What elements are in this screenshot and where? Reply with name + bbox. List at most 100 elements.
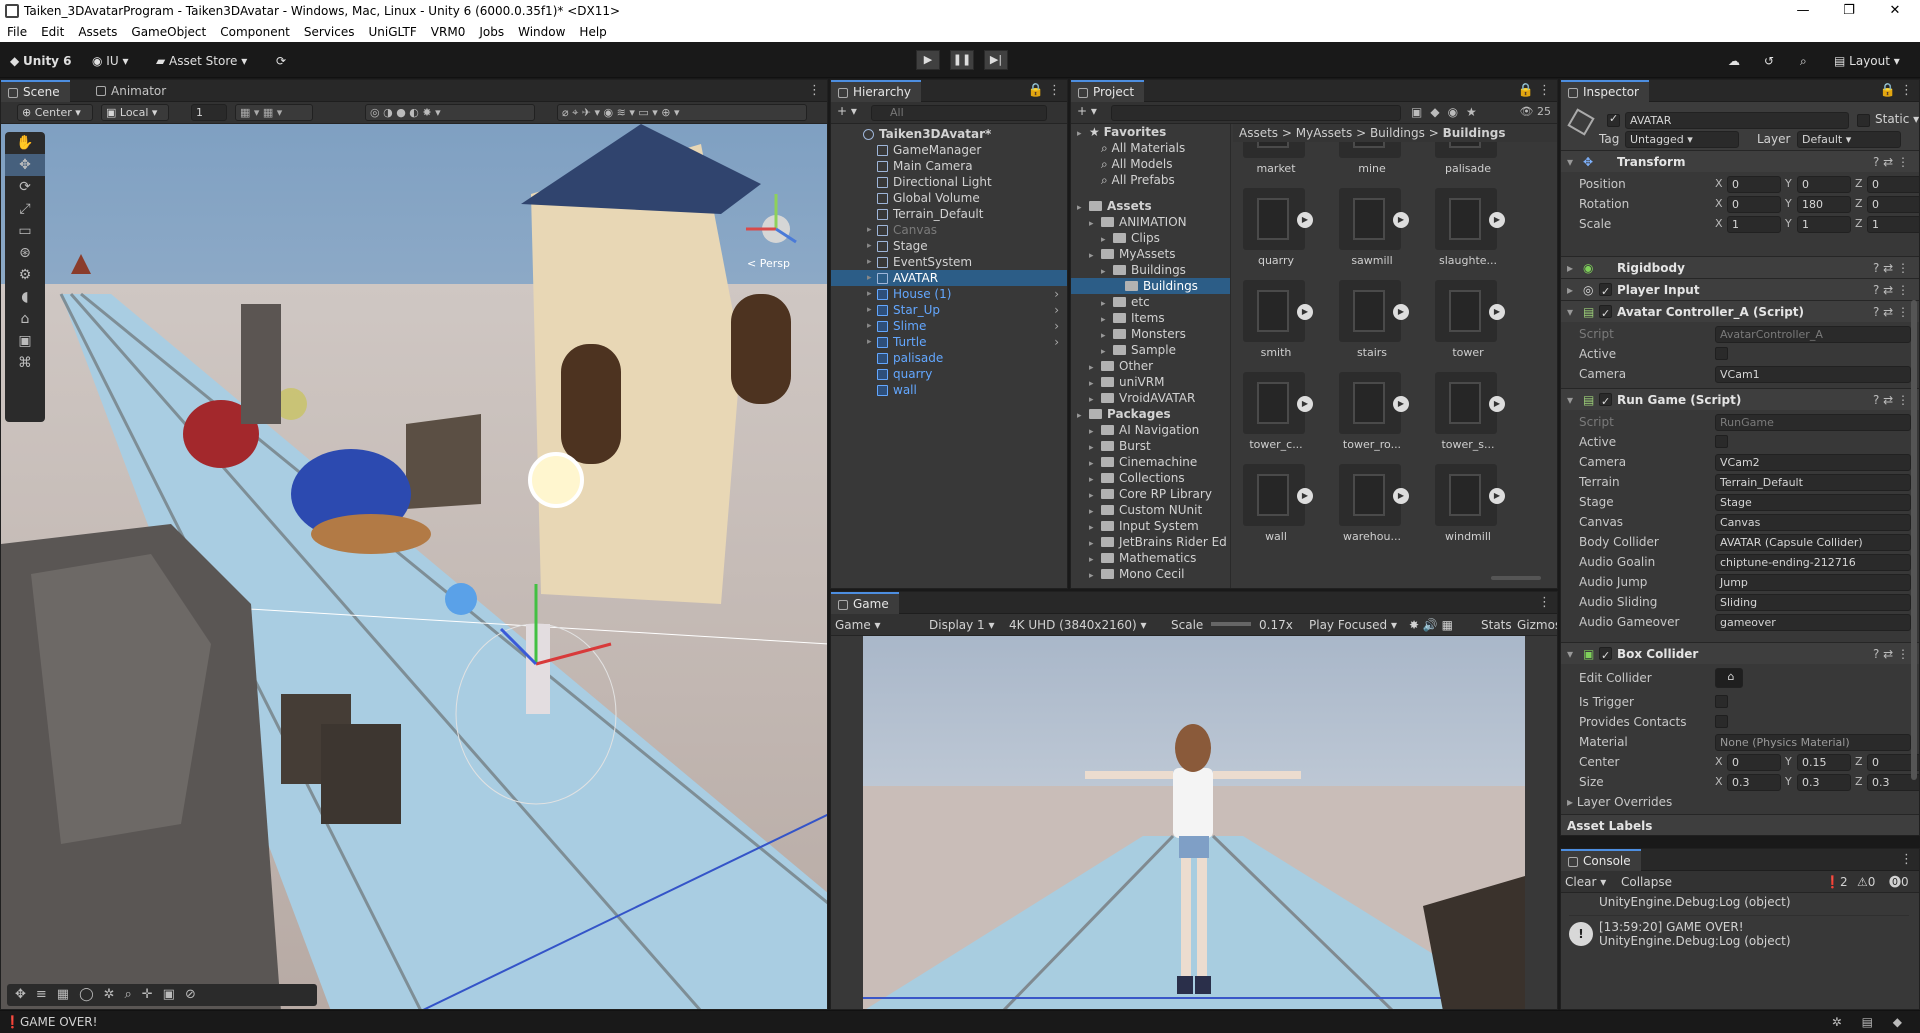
breadcrumb-assets[interactable]: Assets <box>1239 126 1278 140</box>
game-menu-icon[interactable]: ⋮ <box>1538 595 1551 610</box>
project-tree-item[interactable]: ▸ ★ Favorites <box>1071 124 1230 140</box>
run-game-object-field[interactable]: Canvas <box>1715 514 1911 531</box>
project-tree-item[interactable]: ▸ Burst <box>1071 438 1230 454</box>
status-bar[interactable]: ❗ GAME OVER! ✲ ▤ ◆ <box>0 1010 1920 1032</box>
avatar-controller-checkbox[interactable] <box>1599 303 1612 325</box>
menu-file[interactable]: File <box>0 22 34 42</box>
asset-item[interactable]: ▶ smith <box>1233 280 1319 372</box>
account-dropdown[interactable]: ◉ IU ▾ <box>92 51 128 71</box>
transform-header[interactable]: ▾ ✥ Transform? ⇄ ⋮ <box>1561 150 1919 172</box>
asset-store-dropdown[interactable]: ▰ Asset Store ▾ <box>156 51 247 71</box>
game-settings-icons[interactable]: ✸ 🔊 ▦ <box>1409 614 1453 636</box>
play-preview-icon[interactable]: ▶ <box>1297 488 1313 504</box>
prefab-open-icon[interactable]: › <box>1054 302 1059 318</box>
tab-console[interactable]: Console <box>1561 849 1641 871</box>
run-game-object-field[interactable]: AVATAR (Capsule Collider) <box>1715 534 1911 551</box>
resolution-dropdown[interactable]: 4K UHD (3840x2160) ▾ <box>1009 614 1147 636</box>
project-tree-item[interactable]: ⌕ All Materials <box>1071 140 1230 156</box>
menu-gameobject[interactable]: GameObject <box>124 22 213 42</box>
component-menu-icon[interactable]: ? ⇄ ⋮ <box>1873 643 1909 665</box>
project-tree-item[interactable]: ▸ Other <box>1071 358 1230 374</box>
provides-contacts-checkbox[interactable] <box>1715 715 1728 728</box>
hierarchy-search-input[interactable]: All <box>871 105 1047 121</box>
project-tree-item[interactable]: ▸ Sample <box>1071 342 1230 358</box>
project-tree-item[interactable]: ▸ MyAssets <box>1071 246 1230 262</box>
hierarchy-item[interactable]: Stage ▸ <box>831 238 1067 254</box>
tab-scene[interactable]: Scene <box>1 80 70 102</box>
asset-item[interactable]: ▶ wall <box>1233 464 1319 556</box>
menu-help[interactable]: Help <box>572 22 613 42</box>
box-collider-checkbox[interactable] <box>1599 645 1612 667</box>
cloud-icon[interactable]: ☁ <box>1728 51 1740 71</box>
hierarchy-item[interactable]: GameManager <box>831 142 1067 158</box>
hierarchy-item[interactable]: House (1) ▸ › <box>831 286 1067 302</box>
scale-tool-icon[interactable]: ⤢ <box>5 198 45 220</box>
tab-hierarchy[interactable]: Hierarchy <box>831 80 922 102</box>
asset-item[interactable]: ▶ tower_ro... <box>1329 372 1415 464</box>
play-preview-icon[interactable]: ▶ <box>1297 396 1313 412</box>
inspector-scrollbar[interactable] <box>1911 300 1917 780</box>
project-tree-item[interactable]: ⌕ All Prefabs <box>1071 172 1230 188</box>
project-tree-item[interactable]: ▸ Mathematics <box>1071 550 1230 566</box>
project-tree-item[interactable]: ▸ uniVRM <box>1071 374 1230 390</box>
version-control-icon[interactable]: ⟳ <box>276 51 286 71</box>
hierarchy-item[interactable]: EventSystem ▸ <box>831 254 1067 270</box>
move-tool-icon[interactable]: ✥ <box>5 154 45 176</box>
project-filter-icons[interactable]: ▣◆◉★ <box>1411 105 1485 119</box>
expand-arrow-icon[interactable]: ▸ <box>867 286 872 302</box>
hierarchy-item[interactable]: Slime ▸ › <box>831 318 1067 334</box>
play-preview-icon[interactable]: ▶ <box>1297 212 1313 228</box>
project-tree-item[interactable]: Buildings <box>1071 278 1230 294</box>
tab-animator[interactable]: Animator <box>89 80 176 102</box>
avatar-camera-field[interactable]: VCam1 <box>1715 366 1911 383</box>
layout-dropdown[interactable]: ▤ Layout ▾ <box>1834 51 1900 71</box>
add-object-button[interactable]: + ▾ <box>837 104 857 118</box>
component-menu-icon[interactable]: ? ⇄ ⋮ <box>1873 257 1909 279</box>
scene-menu-icon[interactable]: ⋮ <box>808 83 821 98</box>
avatar-controller-header[interactable]: ▾▤Avatar Controller_A (Script)? ⇄ ⋮ <box>1561 300 1919 325</box>
breadcrumb-myassets[interactable]: MyAssets <box>1296 126 1353 140</box>
prefab-open-icon[interactable]: › <box>1054 334 1059 350</box>
project-tree-item[interactable]: ▸ Items <box>1071 310 1230 326</box>
project-tree-item[interactable]: ▸ AI Navigation <box>1071 422 1230 438</box>
project-search-input[interactable] <box>1111 105 1401 121</box>
hierarchy-menu-icon[interactable]: 🔒 ⋮ <box>1028 83 1061 98</box>
run-game-object-field[interactable]: Jump <box>1715 574 1911 591</box>
history-icon[interactable]: ↺ <box>1764 51 1774 71</box>
grid-snap-tools[interactable]: ▦ ▾ ▦ ▾ <box>235 104 313 121</box>
transform-tool-icon[interactable]: ⊛ <box>5 242 45 264</box>
box-collider-header[interactable]: ▾▣Box Collider? ⇄ ⋮ <box>1561 642 1919 667</box>
cube-tool-icon[interactable]: ▣ <box>5 330 45 352</box>
play-preview-icon[interactable]: ▶ <box>1297 304 1313 320</box>
expand-arrow-icon[interactable]: ▸ <box>867 222 872 238</box>
project-tree-item[interactable]: ▸ Custom NUnit <box>1071 502 1230 518</box>
menu-edit[interactable]: Edit <box>34 22 71 42</box>
scale-y-field[interactable]: 1 <box>1797 216 1851 233</box>
expand-arrow-icon[interactable]: ▸ <box>1089 568 1101 584</box>
game-viewport[interactable] <box>863 636 1525 1010</box>
edit-collider-button[interactable]: ⌂ <box>1715 668 1743 688</box>
is-trigger-checkbox[interactable] <box>1715 695 1728 708</box>
stats-button[interactable]: Stats <box>1481 614 1512 636</box>
play-preview-icon[interactable]: ▶ <box>1489 488 1505 504</box>
step-button[interactable]: ▶| <box>984 50 1008 70</box>
asset-item[interactable]: ▶ sawmill <box>1329 188 1415 280</box>
asset-item[interactable]: market <box>1233 142 1319 188</box>
rotation-y-field[interactable]: 180 <box>1797 196 1851 213</box>
size-x-field[interactable]: 0.3 <box>1727 774 1781 791</box>
component-menu-icon[interactable]: ? ⇄ ⋮ <box>1873 151 1909 173</box>
tab-game[interactable]: Game <box>831 592 899 614</box>
run-game-object-field[interactable]: Sliding <box>1715 594 1911 611</box>
asset-item[interactable]: ▶ stairs <box>1329 280 1415 372</box>
rotation-z-field[interactable]: 0 <box>1867 196 1919 213</box>
play-mode-dropdown[interactable]: Play Focused ▾ <box>1309 614 1397 636</box>
close-button[interactable]: ✕ <box>1872 0 1918 22</box>
play-preview-icon[interactable]: ▶ <box>1393 212 1409 228</box>
project-tree-item[interactable]: ▸ Collections <box>1071 470 1230 486</box>
expand-arrow-icon[interactable]: ▸ <box>867 270 872 286</box>
hierarchy-item[interactable]: palisade <box>831 350 1067 366</box>
center-y-field[interactable]: 0.15 <box>1797 754 1851 771</box>
play-preview-icon[interactable]: ▶ <box>1489 304 1505 320</box>
thumbnail-size-slider[interactable] <box>1491 576 1541 580</box>
view-tool-icon[interactable]: ✋ <box>5 132 45 154</box>
